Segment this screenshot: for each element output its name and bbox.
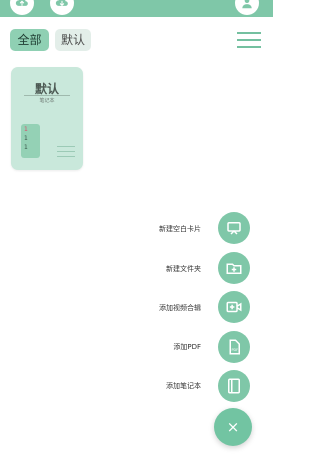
title-divider [24,95,70,96]
blank-card-icon[interactable] [218,212,250,244]
top-bar [0,0,273,17]
notebook-spine: 1 1 1 [21,124,40,158]
notebook-subtitle: 笔记本 [39,98,55,104]
notebook-icon[interactable] [218,370,250,402]
new-folder-label: 新建文件夹 [166,265,201,273]
spine-line: 1 [24,135,28,142]
add-video-collection-label: 添加视频合辑 [159,304,201,312]
notebook-home-screen: 全部 默认 默认 笔记本 1 1 1 新建空白卡片 新建文件夹 添加视频合辑 添… [0,0,273,464]
tab-all[interactable]: 全部 [10,29,49,51]
add-notebook-label: 添加笔记本 [166,382,201,390]
add-pdf-label: 添加PDF [173,343,201,351]
spine-line: 1 [24,144,28,151]
video-collection-icon[interactable] [218,291,250,323]
notebook-line [57,146,75,147]
close-icon[interactable]: × [214,408,252,446]
new-folder-icon[interactable] [218,252,250,284]
tab-default[interactable]: 默认 [55,29,91,51]
new-blank-card-label: 新建空白卡片 [159,225,201,233]
pdf-icon[interactable]: PDF [218,331,250,363]
menu-icon[interactable] [237,32,261,48]
spine-line: 1 [24,126,28,133]
notebook-line [57,151,75,152]
notebook-line [57,156,75,157]
notebook-card[interactable]: 默认 笔记本 1 1 1 [11,67,83,170]
svg-text:PDF: PDF [231,348,238,352]
